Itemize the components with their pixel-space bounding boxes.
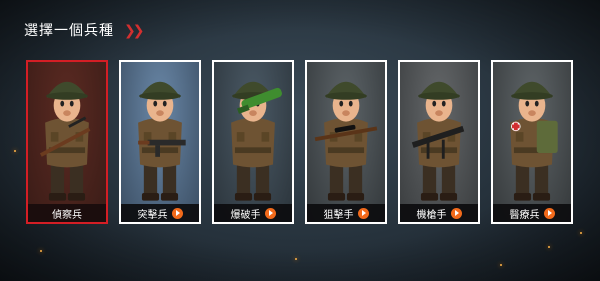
class-label-bar: 突擊兵 [121, 204, 199, 222]
class-label-bar: 狙擊手 [307, 204, 385, 222]
class-label: 醫療兵 [509, 209, 540, 221]
class-label: 機槍手 [416, 209, 447, 221]
ember-spark [500, 264, 502, 266]
class-label: 突擊兵 [137, 209, 168, 221]
ember-spark [548, 246, 550, 248]
class-card-2[interactable]: 爆破手 [212, 60, 294, 224]
class-label-bar: 爆破手 [214, 204, 292, 222]
ember-spark [40, 250, 42, 252]
play-icon[interactable] [171, 207, 183, 219]
class-label-bar: 機槍手 [400, 204, 478, 222]
play-icon[interactable] [264, 207, 276, 219]
page-header: 選擇一個兵種 ❯❯ [24, 20, 145, 40]
chevron-right-icon: ❯❯ [124, 21, 145, 38]
play-icon[interactable] [450, 207, 462, 219]
class-label: 狙擊手 [323, 209, 354, 221]
class-card-3[interactable]: 狙擊手 [305, 60, 387, 224]
class-card-1[interactable]: 突擊兵 [119, 60, 201, 224]
ember-spark [14, 150, 16, 152]
ember-spark [580, 232, 582, 234]
class-card-4[interactable]: 機槍手 [398, 60, 480, 224]
class-label-bar: 醫療兵 [493, 204, 571, 222]
ember-spark [295, 258, 297, 260]
class-label: 偵察兵 [52, 209, 82, 221]
class-label: 爆破手 [230, 209, 261, 221]
page-title: 選擇一個兵種 [24, 22, 114, 38]
play-icon[interactable] [543, 207, 555, 219]
class-label-bar: 偵察兵 [28, 204, 106, 222]
class-card-5[interactable]: 醫療兵 [491, 60, 573, 224]
class-card-0[interactable]: 偵察兵 [26, 60, 108, 224]
play-icon[interactable] [357, 207, 369, 219]
class-card-list: 偵察兵 突擊兵 爆破手 狙擊手 機槍手 醫療兵 [26, 60, 573, 224]
